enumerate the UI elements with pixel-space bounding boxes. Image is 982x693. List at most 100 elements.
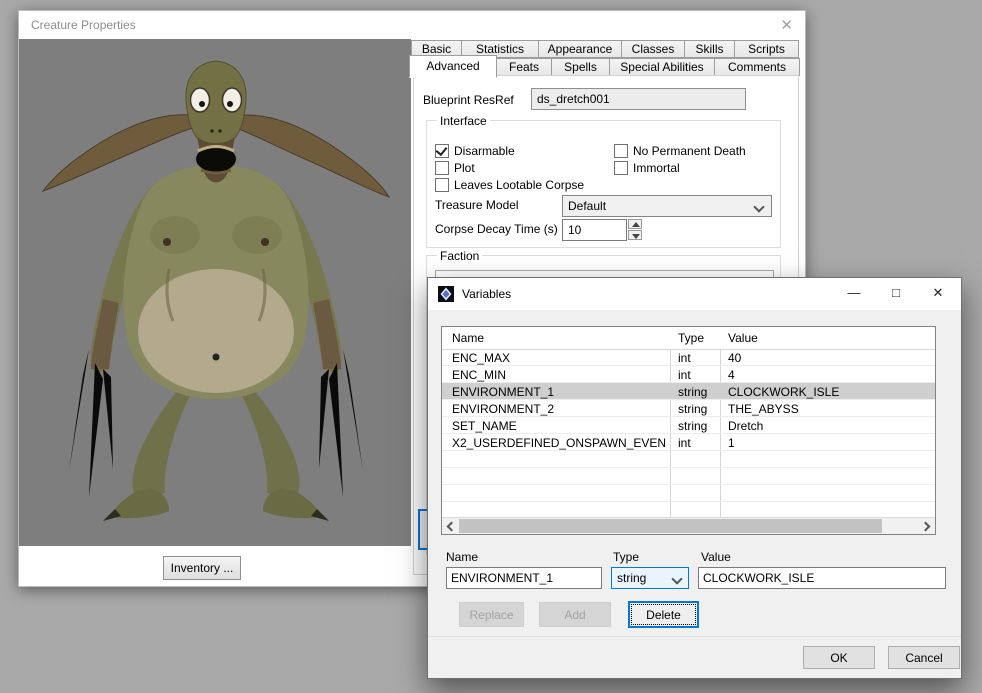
add-button[interactable]: Add [539,602,611,627]
empty-table-row[interactable] [442,451,935,468]
ok-button[interactable]: OK [803,646,875,669]
blueprint-resref-value: ds_dretch001 [537,92,610,106]
checkbox-label: Disarmable [454,144,515,158]
variable-type-value: string [617,571,646,585]
variable-type-label: Type [613,550,639,564]
creature-dialog-titlebar[interactable]: Creature Properties ✕ [19,11,805,39]
tab-spells[interactable]: Spells [551,58,610,76]
variable-value-input[interactable] [698,567,946,589]
cell-name: ENVIRONMENT_1 [452,385,666,399]
spinner-up-button[interactable] [628,219,642,229]
window-controls: — □ ✕ [833,278,959,310]
horizontal-scrollbar[interactable] [442,517,935,534]
column-header-name[interactable]: Name [452,331,666,345]
table-row[interactable]: ENVIRONMENT_2 string THE_ABYSS [442,400,935,417]
cell-type: string [678,419,707,433]
checked-box-icon [435,144,449,158]
tab-comments[interactable]: Comments [714,58,800,76]
blueprint-resref-label: Blueprint ResRef [423,93,514,107]
cell-type: int [678,436,691,450]
empty-table-row[interactable] [442,485,935,502]
checkbox-label: Leaves Lootable Corpse [454,178,584,192]
variable-name-input[interactable] [446,567,602,589]
cell-name: SET_NAME [452,419,666,433]
cell-type: int [678,368,691,382]
corpse-decay-label: Corpse Decay Time (s) [435,222,558,236]
tab-advanced[interactable]: Advanced [409,55,497,78]
cell-name: ENVIRONMENT_2 [452,402,666,416]
dialog-footer: OK Cancel [428,636,961,678]
unchecked-box-icon [614,144,628,158]
cell-name: ENC_MIN [452,368,666,382]
cell-name: X2_USERDEFINED_ONSPAWN_EVENTS [452,436,666,450]
creature-preview-viewport[interactable] [19,39,411,546]
tab-appearance[interactable]: Appearance [538,40,622,58]
close-icon[interactable]: ✕ [917,278,959,310]
variable-type-dropdown[interactable]: string [611,567,689,589]
creature-render [19,39,411,546]
cell-type: string [678,402,707,416]
variable-value-label: Value [701,550,731,564]
replace-button[interactable]: Replace [459,602,524,627]
checkbox-leaves-lootable-corpse[interactable]: Leaves Lootable Corpse [435,178,584,192]
tab-special-abilities[interactable]: Special Abilities [609,58,715,76]
treasure-model-value: Default [568,199,606,213]
minimize-icon[interactable]: — [833,278,875,310]
cell-value: Dretch [728,419,763,433]
spinner-down-button[interactable] [628,230,642,240]
checkbox-label: Plot [454,161,475,175]
cell-value: 1 [728,436,735,450]
tab-row-front: AdvancedFeatsSpellsSpecial AbilitiesComm… [409,58,799,76]
tab-scripts[interactable]: Scripts [734,40,799,58]
delete-button[interactable]: Delete [628,601,699,628]
cell-value: THE_ABYSS [728,402,799,416]
creature-dialog-title: Creature Properties [31,18,136,32]
maximize-icon[interactable]: □ [875,278,917,310]
unchecked-box-icon [614,161,628,175]
tab-skills[interactable]: Skills [684,40,735,58]
cell-value: CLOCKWORK_ISLE [728,385,839,399]
tab-classes[interactable]: Classes [621,40,685,58]
table-header: Name Type Value [442,327,935,350]
checkbox-disarmable[interactable]: Disarmable [435,144,515,158]
checkbox-label: No Permanent Death [633,144,746,158]
table-row[interactable]: ENC_MAXint40 [442,349,935,366]
close-icon[interactable]: ✕ [780,16,793,34]
table-row[interactable]: SET_NAME string Dretch [442,417,935,434]
scrollbar-thumb[interactable] [459,519,882,533]
empty-table-row[interactable] [442,468,935,485]
treasure-model-label: Treasure Model [435,198,519,212]
chevron-down-icon [753,201,764,212]
interface-group: Interface DisarmablePlotLeaves Lootable … [426,120,781,248]
checkbox-label: Immortal [633,161,680,175]
column-header-value[interactable]: Value [728,331,758,345]
corpse-decay-value: 10 [568,223,581,237]
checkbox-plot[interactable]: Plot [435,161,475,175]
corpse-decay-stepper [628,219,642,241]
scroll-left-icon[interactable] [442,518,459,534]
chevron-down-icon [671,573,682,584]
checkbox-no-permanent-death[interactable]: No Permanent Death [614,144,746,158]
column-header-type[interactable]: Type [678,331,704,345]
up-arrow-icon [632,222,640,227]
tab-feats[interactable]: Feats [496,58,552,76]
variables-dialog-titlebar[interactable]: Variables — □ ✕ [428,278,961,310]
faction-group-title: Faction [437,249,482,263]
unchecked-box-icon [435,178,449,192]
checkbox-immortal[interactable]: Immortal [614,161,680,175]
interface-group-title: Interface [437,114,490,128]
cell-type: string [678,385,707,399]
variables-table: Name Type Value ENC_MAXint40ENC_MINint4E… [441,326,936,535]
variables-dialog: Variables — □ ✕ Name Type Value ENC_MAXi… [427,277,962,679]
table-row[interactable]: ENVIRONMENT_1 string CLOCKWORK_ISLE [442,383,935,400]
cancel-button[interactable]: Cancel [888,646,960,669]
scroll-right-icon[interactable] [918,518,935,534]
unchecked-box-icon [435,161,449,175]
treasure-model-dropdown[interactable]: Default [562,195,772,217]
table-row[interactable]: X2_USERDEFINED_ONSPAWN_EVENTS int 1 [442,434,935,451]
corpse-decay-input[interactable]: 10 [562,219,627,241]
blueprint-resref-field[interactable]: ds_dretch001 [531,88,746,110]
variable-name-label: Name [446,550,478,564]
inventory-button[interactable]: Inventory ... [163,556,241,580]
table-row[interactable]: ENC_MINint4 [442,366,935,383]
